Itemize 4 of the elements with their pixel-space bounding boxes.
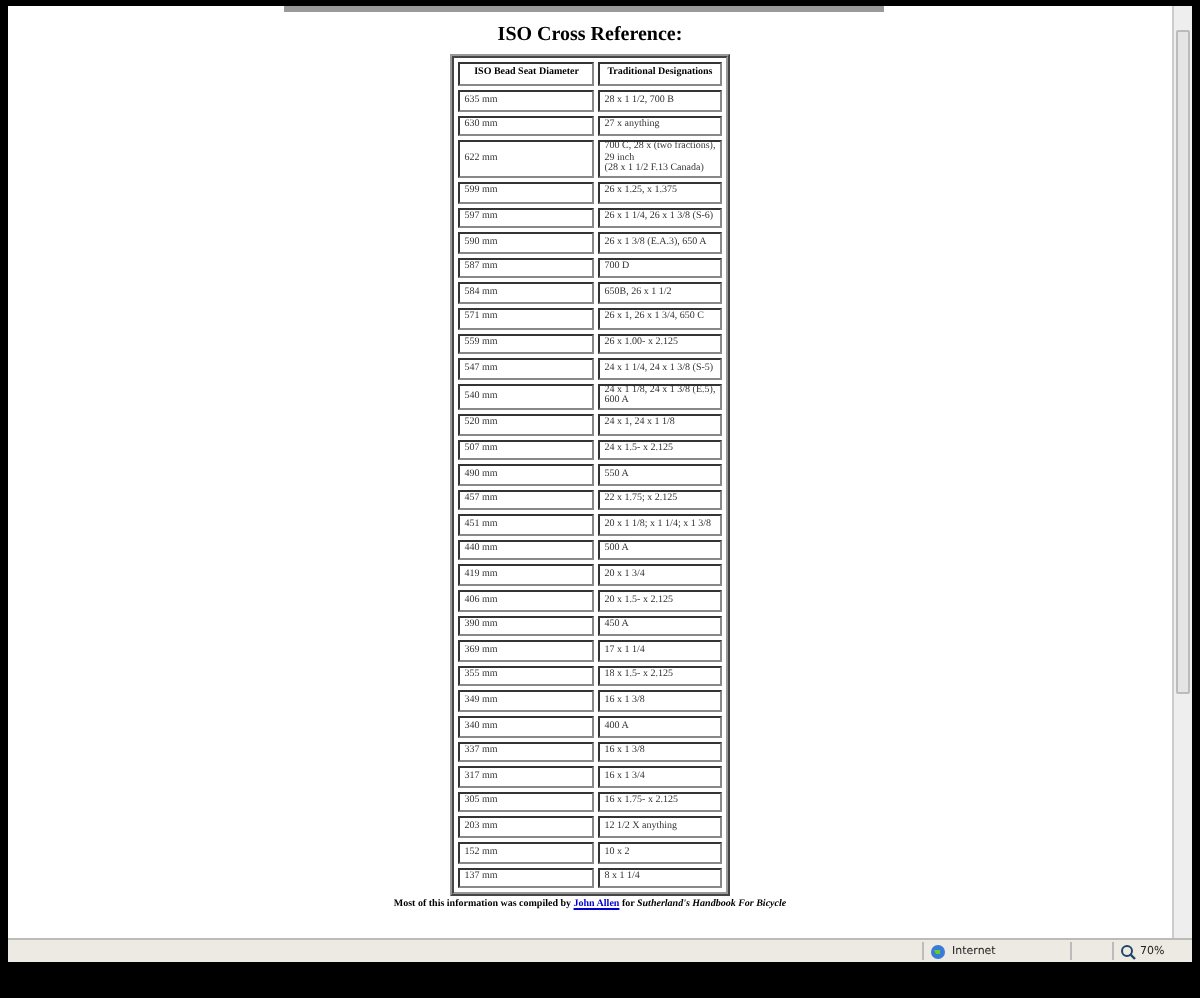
magnifier-icon — [1120, 943, 1136, 959]
scrollbar[interactable] — [1172, 6, 1192, 938]
page-title: ISO Cross Reference: — [497, 24, 683, 46]
globe-icon — [930, 943, 946, 959]
